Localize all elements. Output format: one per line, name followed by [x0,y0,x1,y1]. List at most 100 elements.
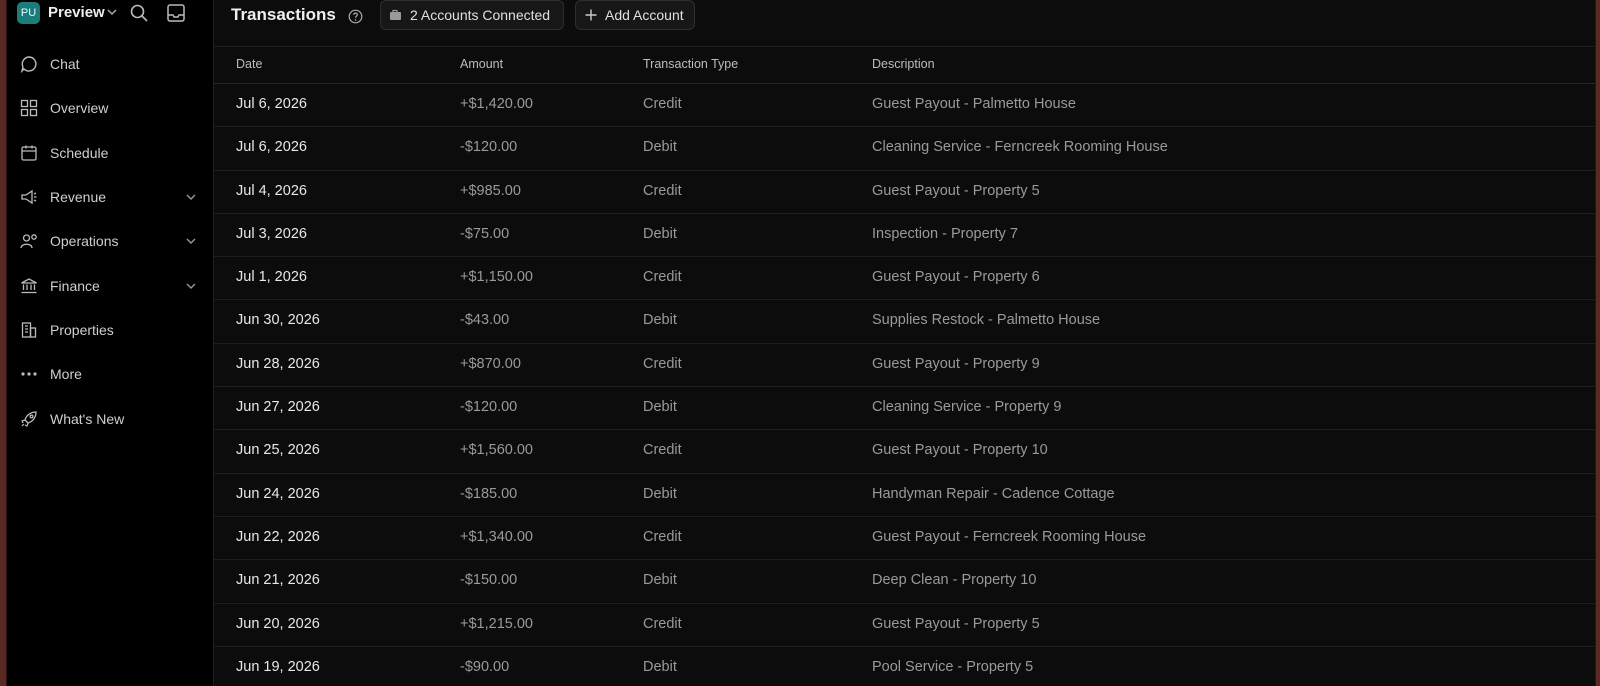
cell-type: Credit [643,182,682,199]
table-row[interactable]: Jun 28, 2026 +$870.00 Credit Guest Payout -… [214,344,1595,388]
cell-amount: -$90.00 [460,658,510,675]
cell-type: Debit [643,572,677,589]
cell-amount: +$1,340.00 [460,528,533,545]
page-header: Transactions 2 Accounts Connected Add Ac… [214,0,1595,47]
cell-amount: -$43.00 [460,312,510,329]
accounts-connected-button[interactable]: 2 Accounts Connected [380,0,564,30]
cell-type: Debit [643,485,677,502]
table-row[interactable]: Jul 4, 2026 +$985.00 Credit Guest Payout - … [214,171,1595,214]
cell-description: Guest Payout - Palmetto House [872,96,1076,112]
table-row[interactable]: Jul 6, 2026 -$120.00 Debit Cleaning Service… [214,127,1595,171]
cell-amount: +$870.00 [460,355,521,372]
cell-date: Jul 6, 2026 [236,96,307,112]
bank-card-icon [390,9,401,20]
cell-type: Credit [643,355,682,372]
cell-amount: -$185.00 [460,485,518,502]
chevron-down-icon[interactable] [185,280,197,292]
sidebar-item-whats-new[interactable]: What's New [7,396,213,440]
plus-icon [585,9,597,21]
cell-type: Debit [643,225,677,242]
cell-description: Handyman Repair - Cadence Cottage [872,485,1115,502]
table-body: Jul 6, 2026 +$1,420.00 Credit Guest Payout … [214,84,1595,686]
chevron-down-icon[interactable] [185,235,197,247]
sidebar-item-label: Finance [50,277,100,294]
rocket-icon [21,410,37,427]
sidebar-item-label: Operations [50,233,119,250]
cell-description: Deep Clean - Property 10 [872,572,1037,589]
add-account-label: Add Account [605,7,684,23]
cell-description: Cleaning Service - Property 9 [872,399,1062,416]
column-header-type[interactable]: Transaction Type [643,57,738,71]
chevron-down-icon[interactable] [105,5,119,19]
table-row[interactable]: Jun 24, 2026 -$185.00 Debit Handyman Repair… [214,474,1595,517]
main-content: Transactions 2 Accounts Connected Add Ac… [214,0,1595,686]
sidebar-item-operations[interactable]: Operations [7,219,213,263]
table-row[interactable]: Jul 3, 2026 -$75.00 Debit Inspection - Prop… [214,214,1595,258]
cell-type: Credit [643,269,682,286]
inbox-icon[interactable] [166,3,186,23]
sidebar-item-revenue[interactable]: Revenue [7,175,213,219]
cell-date: Jun 24, 2026 [236,485,320,502]
table-row[interactable]: Jun 22, 2026 +$1,340.00 Credit Guest Payout… [214,517,1595,561]
table-row[interactable]: Jun 30, 2026 -$43.00 Debit Supplies Restock… [214,300,1595,344]
cell-amount: +$1,150.00 [460,269,533,286]
sidebar: PU Preview Chat Overview Schedule Revenu… [7,0,214,686]
cell-description: Inspection - Property 7 [872,225,1018,242]
sidebar-item-label: Overview [50,100,109,117]
table-row[interactable]: Jun 27, 2026 -$120.00 Debit Cleaning Servic… [214,387,1595,431]
search-icon[interactable] [129,3,149,23]
cell-amount: +$1,215.00 [460,615,533,632]
chevron-down-icon[interactable] [185,191,197,203]
column-header-description[interactable]: Description [872,57,935,71]
add-account-button[interactable]: Add Account [575,0,695,30]
cell-type: Debit [643,312,677,329]
building-icon [21,322,37,338]
calendar-icon [21,145,37,161]
cell-description: Supplies Restock - Palmetto House [872,312,1101,329]
table-row[interactable]: Jun 21, 2026 -$150.00 Debit Deep Clean - Pr… [214,560,1595,604]
grid-icon [20,100,38,117]
users-gear-icon [20,234,37,249]
sidebar-item-schedule[interactable]: Schedule [7,131,213,175]
table-row[interactable]: Jun 25, 2026 +$1,560.00 Credit Guest Payout… [214,430,1595,474]
cell-date: Jun 19, 2026 [236,658,320,675]
column-header-date[interactable]: Date [236,57,262,71]
cell-description: Guest Payout - Property 5 [872,615,1040,632]
sidebar-item-chat[interactable]: Chat [7,42,213,86]
cell-amount: -$150.00 [460,572,518,589]
cell-date: Jul 1, 2026 [236,269,307,286]
cell-amount: -$120.00 [460,399,518,416]
table-row[interactable]: Jun 20, 2026 +$1,215.00 Credit Guest Payout… [214,604,1595,647]
cell-description: Guest Payout - Property 6 [872,269,1040,286]
cell-type: Debit [643,399,677,416]
table-row[interactable]: Jul 1, 2026 +$1,150.00 Credit Guest Payout … [214,257,1595,301]
cell-date: Jun 22, 2026 [236,528,320,545]
sidebar-item-label: More [50,366,82,383]
cell-date: Jun 25, 2026 [236,442,320,459]
cell-description: Cleaning Service - Ferncreek Rooming Hou… [872,139,1168,156]
cell-description: Guest Payout - Property 5 [872,182,1040,199]
column-header-amount[interactable]: Amount [460,57,503,71]
accounts-connected-label: 2 Accounts Connected [410,7,551,23]
help-icon[interactable] [348,9,363,24]
avatar[interactable]: PU [17,2,40,24]
workspace-name[interactable]: Preview [48,4,105,21]
table-row[interactable]: Jun 19, 2026 -$90.00 Debit Pool Service - P… [214,647,1595,686]
sidebar-item-finance[interactable]: Finance [7,263,213,307]
transactions-table: Date Amount Transaction Type Description… [214,47,1595,686]
sidebar-item-overview[interactable]: Overview [7,86,213,130]
cell-description: Guest Payout - Property 10 [872,442,1048,459]
dots-icon [21,372,37,376]
table-row[interactable]: Jul 6, 2026 +$1,420.00 Credit Guest Payout … [214,84,1595,128]
sidebar-item-label: Properties [50,321,114,338]
megaphone-icon [21,189,37,205]
sidebar-item-label: Schedule [50,144,109,161]
workspace-switcher[interactable]: PU Preview [7,0,213,26]
sidebar-item-properties[interactable]: Properties [7,308,213,352]
table-header: Date Amount Transaction Type Description [214,47,1595,84]
app-window: PU Preview Chat Overview Schedule Revenu… [6,0,1596,686]
cell-description: Guest Payout - Property 9 [872,355,1040,372]
sidebar-item-more[interactable]: More [7,352,213,396]
sidebar-item-label: Chat [50,56,80,73]
cell-type: Credit [643,615,682,632]
